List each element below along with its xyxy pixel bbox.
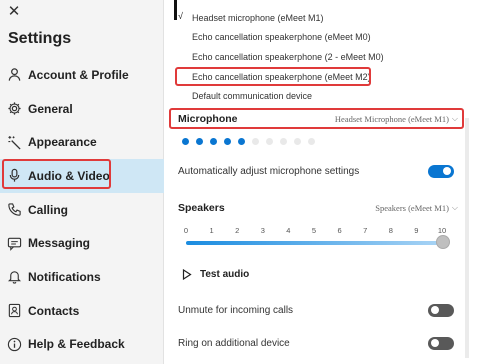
dropdown-option-label: Headset microphone (eMeet M1) (192, 12, 324, 23)
volume-scale-label: 10 (437, 226, 447, 235)
info-icon (6, 336, 22, 352)
settings-sidebar: ✕ Settings Account & Profile General App… (0, 0, 164, 364)
unmute-incoming-row: Unmute for incoming calls (178, 301, 454, 319)
volume-scale-label: 8 (388, 226, 393, 235)
level-dot (182, 138, 189, 145)
sidebar-item-notifications[interactable]: Notifications (0, 260, 164, 294)
level-dot (280, 138, 287, 145)
sidebar-item-messaging[interactable]: Messaging (0, 226, 164, 260)
speakers-row: Speakers Speakers (eMeet M1) ⌵ (178, 198, 458, 218)
auto-adjust-row: Automatically adjust microphone settings (178, 162, 454, 180)
settings-title: Settings (8, 30, 72, 47)
speaker-volume-track[interactable] (186, 241, 442, 245)
sidebar-item-label: Messaging (28, 236, 91, 251)
microphone-label: Microphone (178, 113, 238, 125)
auto-adjust-toggle[interactable] (428, 164, 454, 178)
sidebar-item-label: Contacts (28, 303, 80, 318)
auto-adjust-label: Automatically adjust microphone settings (178, 165, 360, 177)
sidebar-item-label: Notifications (28, 269, 101, 284)
dropdown-option[interactable]: Echo cancellation speakerphone (eMeet M2… (174, 67, 464, 87)
dropdown-option-label: Echo cancellation speakerphone (2 - eMee… (192, 51, 384, 62)
microphone-dropdown-list: √ Headset microphone (eMeet M1) Echo can… (174, 8, 464, 106)
level-dot (210, 138, 217, 145)
sidebar-item-contacts[interactable]: Contacts (0, 294, 164, 328)
chevron-down-icon: ⌵ (451, 203, 458, 212)
sidebar-item-label: Help & Feedback (28, 337, 125, 352)
ring-additional-row: Ring on additional device (178, 334, 454, 352)
test-audio-label: Test audio (200, 269, 250, 280)
microphone-level-meter (182, 138, 315, 145)
sidebar-item-label: Calling (28, 202, 69, 217)
volume-scale-label: 3 (260, 226, 265, 235)
close-icon[interactable]: ✕ (6, 4, 22, 20)
message-icon (6, 235, 22, 251)
volume-scale-label: 9 (414, 226, 419, 235)
sidebar-item-label: Audio & Video (28, 168, 110, 183)
phone-icon (6, 202, 22, 218)
bell-icon (6, 269, 22, 285)
sidebar-item-general[interactable]: General (0, 92, 164, 126)
dropdown-option[interactable]: √ Headset microphone (eMeet M1) (174, 8, 464, 28)
microphone-device-select[interactable]: Headset Microphone (eMeet M1) ⌵ (335, 114, 458, 124)
sidebar-item-label: Account & Profile (28, 67, 129, 82)
unmute-incoming-toggle[interactable] (428, 303, 454, 317)
person-icon (6, 67, 22, 83)
volume-scale-label: 7 (363, 226, 368, 235)
dropdown-option[interactable]: Echo cancellation speakerphone (2 - eMee… (174, 47, 464, 67)
dropdown-option-label: Echo cancellation speakerphone (eMeet M2… (192, 71, 371, 82)
level-dot (252, 138, 259, 145)
microphone-icon (6, 168, 22, 184)
microphone-device-value: Headset Microphone (eMeet M1) (334, 114, 449, 124)
dropdown-option-label: Echo cancellation speakerphone (eMeet M0… (192, 32, 371, 43)
wand-icon (6, 134, 22, 150)
sidebar-item-calling[interactable]: Calling (0, 193, 164, 227)
level-dot (224, 138, 231, 145)
chevron-down-icon: ⌵ (451, 114, 458, 123)
panel-scrollbar[interactable] (465, 118, 469, 358)
check-icon: √ (178, 11, 183, 21)
sidebar-item-label: General (28, 101, 73, 116)
level-dot (266, 138, 273, 145)
play-icon (182, 269, 192, 280)
volume-scale-label: 6 (337, 226, 342, 235)
volume-scale-label: 5 (311, 226, 317, 235)
volume-scale-label: 1 (209, 226, 214, 235)
dropdown-option[interactable]: Echo cancellation speakerphone (eMeet M0… (174, 28, 464, 48)
volume-scale: 0 1 2 3 4 5 6 7 8 9 10 (183, 226, 446, 238)
unmute-incoming-label: Unmute for incoming calls (178, 304, 294, 316)
sidebar-item-label: Appearance (28, 135, 97, 150)
speakers-device-select[interactable]: Speakers (eMeet M1) ⌵ (375, 203, 458, 213)
level-dot (196, 138, 203, 145)
volume-scale-label: 4 (286, 226, 291, 235)
level-dot (294, 138, 301, 145)
test-audio-button[interactable]: Test audio (182, 269, 249, 280)
settings-nav: Account & Profile General Appearance Aud… (0, 58, 164, 361)
speaker-volume-thumb[interactable] (436, 235, 450, 249)
volume-scale-label: 2 (235, 226, 240, 235)
dropdown-option[interactable]: Default communication device (174, 86, 464, 106)
sidebar-item-help-feedback[interactable]: Help & Feedback (0, 328, 164, 362)
volume-scale-label: 0 (183, 226, 189, 235)
speakers-device-value: Speakers (eMeet M1) (375, 203, 449, 213)
speakers-label: Speakers (178, 202, 225, 214)
sidebar-item-account-profile[interactable]: Account & Profile (0, 58, 164, 92)
level-dot (238, 138, 245, 145)
main-panel: √ Headset microphone (eMeet M1) Echo can… (164, 0, 480, 364)
ring-additional-toggle[interactable] (428, 336, 454, 350)
gear-icon (6, 101, 22, 117)
ring-additional-label: Ring on additional device (178, 337, 290, 349)
dropdown-option-label: Default communication device (192, 91, 313, 102)
contacts-icon (6, 303, 22, 319)
sidebar-item-audio-video[interactable]: Audio & Video (0, 159, 164, 193)
sidebar-item-appearance[interactable]: Appearance (0, 125, 164, 159)
level-dot (308, 138, 315, 145)
microphone-row: Microphone Headset Microphone (eMeet M1)… (178, 109, 458, 129)
